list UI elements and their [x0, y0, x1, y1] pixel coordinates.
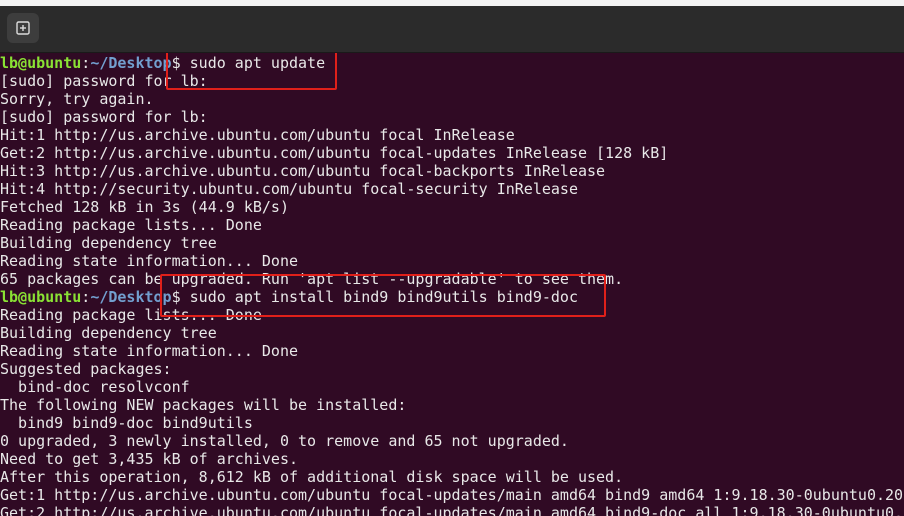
- window-top-edge: [0, 0, 904, 6]
- new-tab-button[interactable]: [7, 13, 39, 43]
- output-line: 0 upgraded, 3 newly installed, 0 to remo…: [0, 432, 569, 450]
- output-line: Need to get 3,435 kB of archives.: [0, 450, 299, 468]
- terminal-output[interactable]: lb@ubuntu:~/Desktop$ sudo apt update [su…: [0, 53, 904, 516]
- output-line: Reading state information... Done: [0, 342, 299, 360]
- output-line: Reading state information... Done: [0, 252, 299, 270]
- terminal-titlebar: [0, 0, 904, 53]
- output-line: Hit:1 http://us.archive.ubuntu.com/ubunt…: [0, 126, 515, 144]
- output-line: Hit:4 http://security.ubuntu.com/ubuntu …: [0, 180, 578, 198]
- output-line: Get:2 http://us.archive.ubuntu.com/ubunt…: [0, 144, 669, 162]
- prompt-user: lb@ubuntu: [0, 288, 82, 306]
- prompt-separator: :: [81, 288, 91, 306]
- output-line: Fetched 128 kB in 3s (44.9 kB/s): [0, 198, 289, 216]
- output-line: [sudo] password for lb:: [0, 108, 208, 126]
- highlight-box-apt-install: [160, 274, 606, 317]
- output-line: Reading package lists... Done: [0, 216, 262, 234]
- output-line: bind9 bind9-doc bind9utils: [0, 414, 253, 432]
- prompt-path: ~/Desktop: [90, 54, 172, 72]
- output-line: After this operation, 8,612 kB of additi…: [0, 468, 624, 486]
- prompt-user: lb@ubuntu: [0, 54, 82, 72]
- output-line: The following NEW packages will be insta…: [0, 396, 407, 414]
- output-line: Building dependency tree: [0, 234, 217, 252]
- output-line: Get:1 http://us.archive.ubuntu.com/ubunt…: [0, 486, 904, 504]
- output-line: Sorry, try again.: [0, 90, 154, 108]
- prompt-separator: :: [81, 54, 91, 72]
- output-line: Hit:3 http://us.archive.ubuntu.com/ubunt…: [0, 162, 606, 180]
- output-line: bind-doc resolvconf: [0, 378, 190, 396]
- output-line: Get:2 http://us.archive.ubuntu.com/ubunt…: [0, 504, 904, 516]
- output-line: Building dependency tree: [0, 324, 217, 342]
- output-line: Suggested packages:: [0, 360, 172, 378]
- highlight-box-apt-update: [166, 53, 337, 90]
- new-tab-icon: [16, 21, 30, 35]
